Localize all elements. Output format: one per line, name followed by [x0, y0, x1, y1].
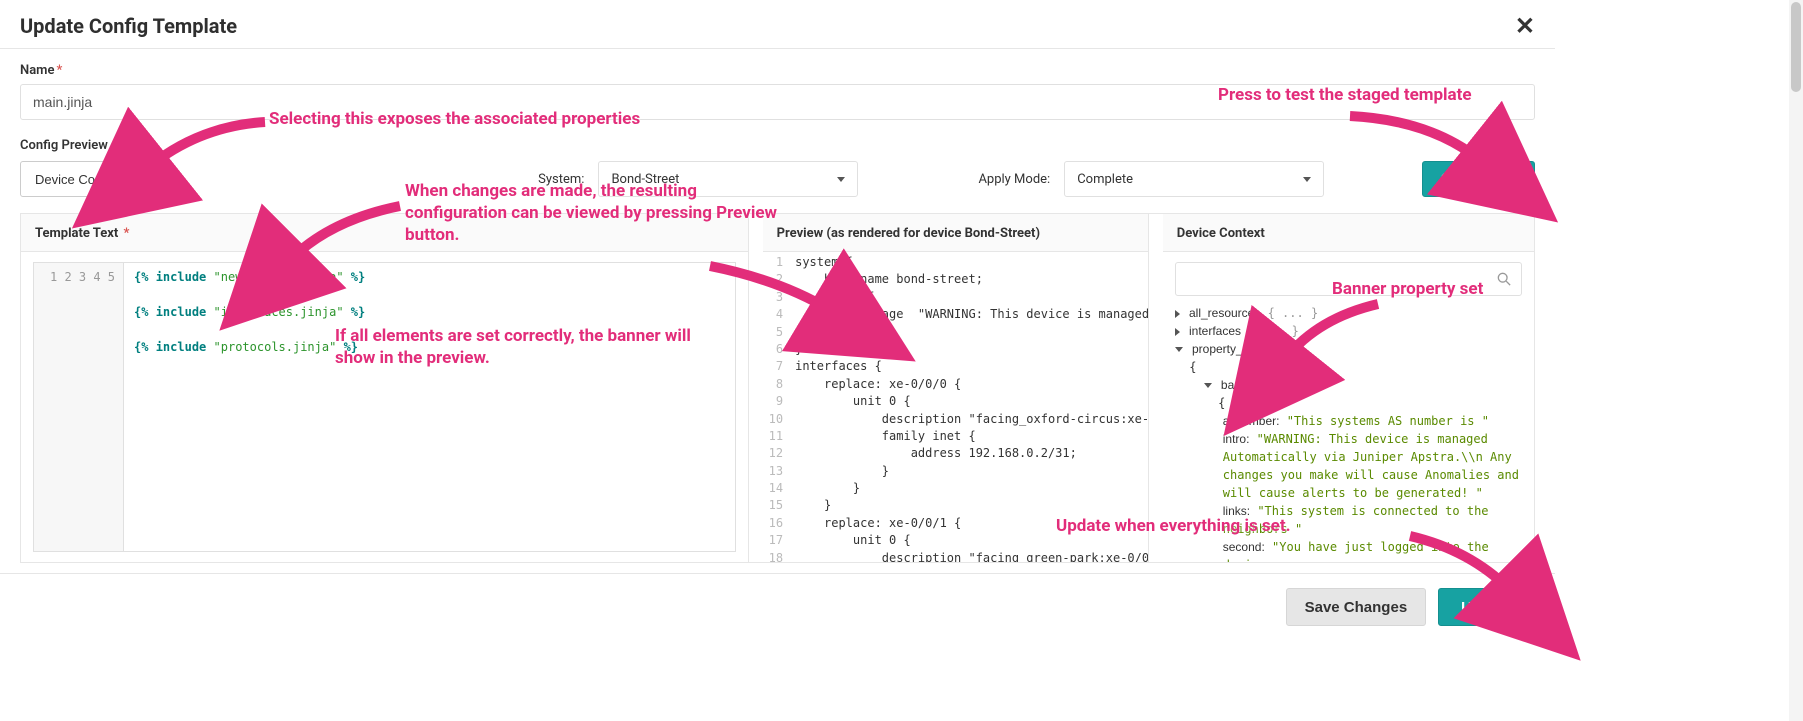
- chevron-down-icon: [837, 177, 845, 182]
- page-title: Update Config Template: [20, 14, 237, 38]
- name-label: Name*: [20, 63, 1535, 78]
- code-lines: {% include "new_system.jinja" %} {% incl…: [124, 263, 375, 551]
- system-label: System:: [538, 172, 584, 187]
- apply-mode-label: Apply Mode:: [978, 172, 1050, 187]
- preview-button[interactable]: Preview: [1422, 161, 1535, 197]
- modal-body: Name* Config Preview Device Context Syst…: [0, 49, 1555, 563]
- scrollbar-track[interactable]: [1789, 0, 1803, 721]
- modal: Update Config Template ✕ Name* Config Pr…: [0, 0, 1555, 640]
- system-select-value: Bond-Street: [611, 172, 679, 187]
- config-preview-label: Config Preview: [20, 138, 1535, 153]
- context-search-input[interactable]: [1175, 262, 1522, 296]
- apply-mode-select[interactable]: Complete: [1064, 161, 1324, 197]
- preview-panel: Preview (as rendered for device Bond-Str…: [763, 214, 1149, 562]
- preview-button-label: Preview: [1463, 171, 1516, 187]
- template-text-header: Template Text *: [21, 214, 748, 252]
- chevron-down-icon: [1303, 177, 1311, 182]
- preview-toolbar: Device Context System: Bond-Street Apply…: [20, 161, 1535, 197]
- code-lines: system { host-name bond-street; login { …: [791, 252, 1148, 562]
- device-context-panel: Device Context all_resources { ... } int…: [1163, 214, 1534, 562]
- save-changes-button[interactable]: Save Changes: [1286, 588, 1427, 626]
- apply-mode-select-value: Complete: [1077, 172, 1133, 187]
- scrollbar-thumb[interactable]: [1791, 2, 1801, 92]
- search-icon: [1497, 272, 1511, 286]
- template-text-label: Template Text: [35, 226, 118, 241]
- system-select[interactable]: Bond-Street: [598, 161, 858, 197]
- template-text-panel: Template Text * 1 2 3 4 5 {% include "ne…: [21, 214, 749, 562]
- name-input[interactable]: [20, 84, 1535, 120]
- modal-header: Update Config Template ✕: [0, 0, 1555, 49]
- template-text-editor[interactable]: 1 2 3 4 5 {% include "new_system.jinja" …: [33, 262, 736, 552]
- line-number-gutter: 1 2 3 4 5 6 7 8 9 10 11 12 13 14 15 16 1…: [763, 252, 791, 562]
- three-column-layout: Template Text * 1 2 3 4 5 {% include "ne…: [20, 213, 1535, 563]
- device-context-button[interactable]: Device Context: [20, 161, 138, 197]
- line-number-gutter: 1 2 3 4 5: [34, 263, 124, 551]
- play-icon: [1441, 172, 1455, 186]
- preview-header: Preview (as rendered for device Bond-Str…: [763, 214, 1148, 252]
- required-asterisk: *: [56, 63, 62, 78]
- preview-output: 1 2 3 4 5 6 7 8 9 10 11 12 13 14 15 16 1…: [763, 252, 1148, 562]
- close-icon[interactable]: ✕: [1515, 14, 1535, 38]
- required-asterisk: *: [124, 226, 130, 241]
- device-context-header: Device Context: [1163, 214, 1534, 252]
- name-label-text: Name: [20, 63, 54, 78]
- update-button[interactable]: Update: [1438, 588, 1535, 626]
- context-tree[interactable]: all_resources { ... } interfaces { ... }…: [1175, 304, 1522, 562]
- modal-footer: Save Changes Update: [0, 573, 1555, 640]
